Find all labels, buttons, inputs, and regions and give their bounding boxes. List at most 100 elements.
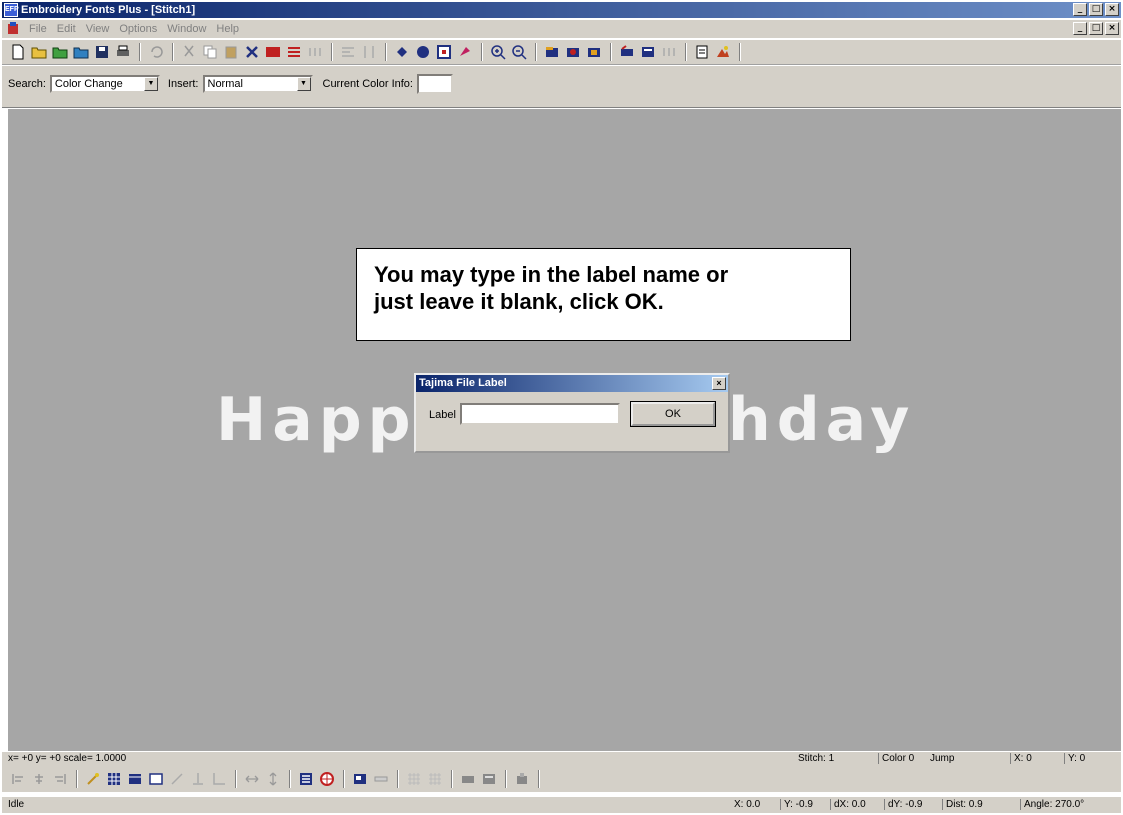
machine-button[interactable]: [458, 769, 478, 789]
diamond-icon: [397, 47, 407, 57]
align-left-button[interactable]: [8, 769, 28, 789]
search-label: Search:: [8, 78, 46, 90]
cut-button[interactable]: [179, 42, 199, 62]
menu-edit[interactable]: Edit: [52, 23, 81, 35]
circle-button[interactable]: [413, 42, 433, 62]
screen-alt-button[interactable]: [479, 769, 499, 789]
minimize-pane-button[interactable]: [371, 769, 391, 789]
undo-button[interactable]: [146, 42, 166, 62]
sew-button[interactable]: [617, 42, 637, 62]
open-alt2-button[interactable]: [71, 42, 91, 62]
design-button[interactable]: [584, 42, 604, 62]
picture-button[interactable]: [713, 42, 733, 62]
pattern-button[interactable]: [404, 769, 424, 789]
align-left-icon: [12, 774, 23, 784]
stitch-tool-button[interactable]: [284, 42, 304, 62]
properties-button[interactable]: [692, 42, 712, 62]
scale-icon: [171, 773, 183, 785]
align-button[interactable]: [338, 42, 358, 62]
chevron-down-icon[interactable]: ▼: [143, 77, 158, 91]
close-button[interactable]: ×: [1105, 3, 1119, 16]
screen-button[interactable]: [638, 42, 658, 62]
print-button[interactable]: [113, 42, 133, 62]
corner-button[interactable]: [209, 769, 229, 789]
scale-button[interactable]: [167, 769, 187, 789]
insert-select[interactable]: Normal ▼: [202, 75, 313, 93]
delete-button[interactable]: [242, 42, 262, 62]
design-canvas[interactable]: Happ hday You may type in the label name…: [8, 109, 1121, 751]
folder-green-icon: [52, 47, 68, 59]
doc-restore-button[interactable]: □: [1089, 22, 1103, 35]
design-text-right: hday: [728, 385, 916, 455]
pattern-icon: [408, 773, 420, 785]
doc-minimize-button[interactable]: _: [1073, 22, 1087, 35]
ok-button[interactable]: OK: [630, 401, 716, 427]
toolbar-separator: [610, 43, 612, 61]
pattern-alt-button[interactable]: [425, 769, 445, 789]
paste-button[interactable]: [221, 42, 241, 62]
minimize-button[interactable]: _: [1073, 3, 1087, 16]
distribute-button[interactable]: [359, 42, 379, 62]
stitch-gray2-icon: [663, 48, 675, 56]
document-icon[interactable]: [6, 22, 20, 36]
point-button[interactable]: [392, 42, 412, 62]
toolbar-separator: [505, 770, 507, 788]
dialog-close-button[interactable]: ×: [712, 377, 726, 390]
printer-icon: [117, 45, 129, 56]
screen-alt-icon: [483, 774, 495, 784]
horizontal-space-button[interactable]: [242, 769, 262, 789]
cursor-x: X: 0.0: [734, 799, 761, 810]
scissors-icon: [184, 45, 194, 57]
zoom-in-button[interactable]: [488, 42, 508, 62]
stitch-alt-button[interactable]: [305, 42, 325, 62]
baseline-button[interactable]: [188, 769, 208, 789]
globe-button[interactable]: [317, 769, 337, 789]
menu-file[interactable]: File: [24, 23, 52, 35]
color-button[interactable]: [542, 42, 562, 62]
coordinate-status-bar: x= +0 y= +0 scale= 1.0000 Stitch: 1 Colo…: [2, 752, 1121, 766]
table-button[interactable]: [125, 769, 145, 789]
fill-button[interactable]: [455, 42, 475, 62]
stitch-gray2-button[interactable]: [659, 42, 679, 62]
toolbar-separator: [76, 770, 78, 788]
instruction-callout: You may type in the label name or just l…: [356, 248, 851, 341]
corner-icon: [213, 773, 225, 785]
label-input[interactable]: [460, 403, 620, 425]
align-right-button[interactable]: [50, 769, 70, 789]
vertical-space-button[interactable]: [263, 769, 283, 789]
save-icon: [96, 46, 108, 58]
text-tool-button[interactable]: [263, 42, 283, 62]
export-button[interactable]: [512, 769, 532, 789]
horizontal-arrows-icon: [245, 775, 259, 783]
magic-button[interactable]: [83, 769, 103, 789]
color-info-label: Current Color Info:: [322, 78, 413, 90]
align-icon: [342, 47, 354, 57]
menu-options[interactable]: Options: [114, 23, 162, 35]
align-center-button[interactable]: [29, 769, 49, 789]
frame-icon: [437, 45, 451, 59]
list-button[interactable]: [296, 769, 316, 789]
menu-view[interactable]: View: [81, 23, 115, 35]
frame-button[interactable]: [434, 42, 454, 62]
new-file-button[interactable]: [8, 42, 28, 62]
window-button[interactable]: [146, 769, 166, 789]
zoom-out-button[interactable]: [509, 42, 529, 62]
toolbar-separator: [172, 43, 174, 61]
screen-icon: [642, 47, 654, 57]
maximize-button[interactable]: □: [1089, 3, 1103, 16]
grid-button[interactable]: [104, 769, 124, 789]
thread-button[interactable]: [563, 42, 583, 62]
save-button[interactable]: [92, 42, 112, 62]
chevron-down-icon[interactable]: ▼: [296, 77, 311, 91]
toolbar-separator: [535, 43, 537, 61]
search-bar: Search: Color Change ▼ Insert: Normal ▼ …: [2, 66, 1121, 108]
menu-help[interactable]: Help: [211, 23, 244, 35]
search-select[interactable]: Color Change ▼: [49, 75, 160, 93]
distance: Dist: 0.9: [942, 799, 983, 810]
copy-button[interactable]: [200, 42, 220, 62]
open-alt-button[interactable]: [50, 42, 70, 62]
menu-window[interactable]: Window: [162, 23, 211, 35]
preview-button[interactable]: [350, 769, 370, 789]
open-button[interactable]: [29, 42, 49, 62]
doc-close-button[interactable]: ×: [1105, 22, 1119, 35]
